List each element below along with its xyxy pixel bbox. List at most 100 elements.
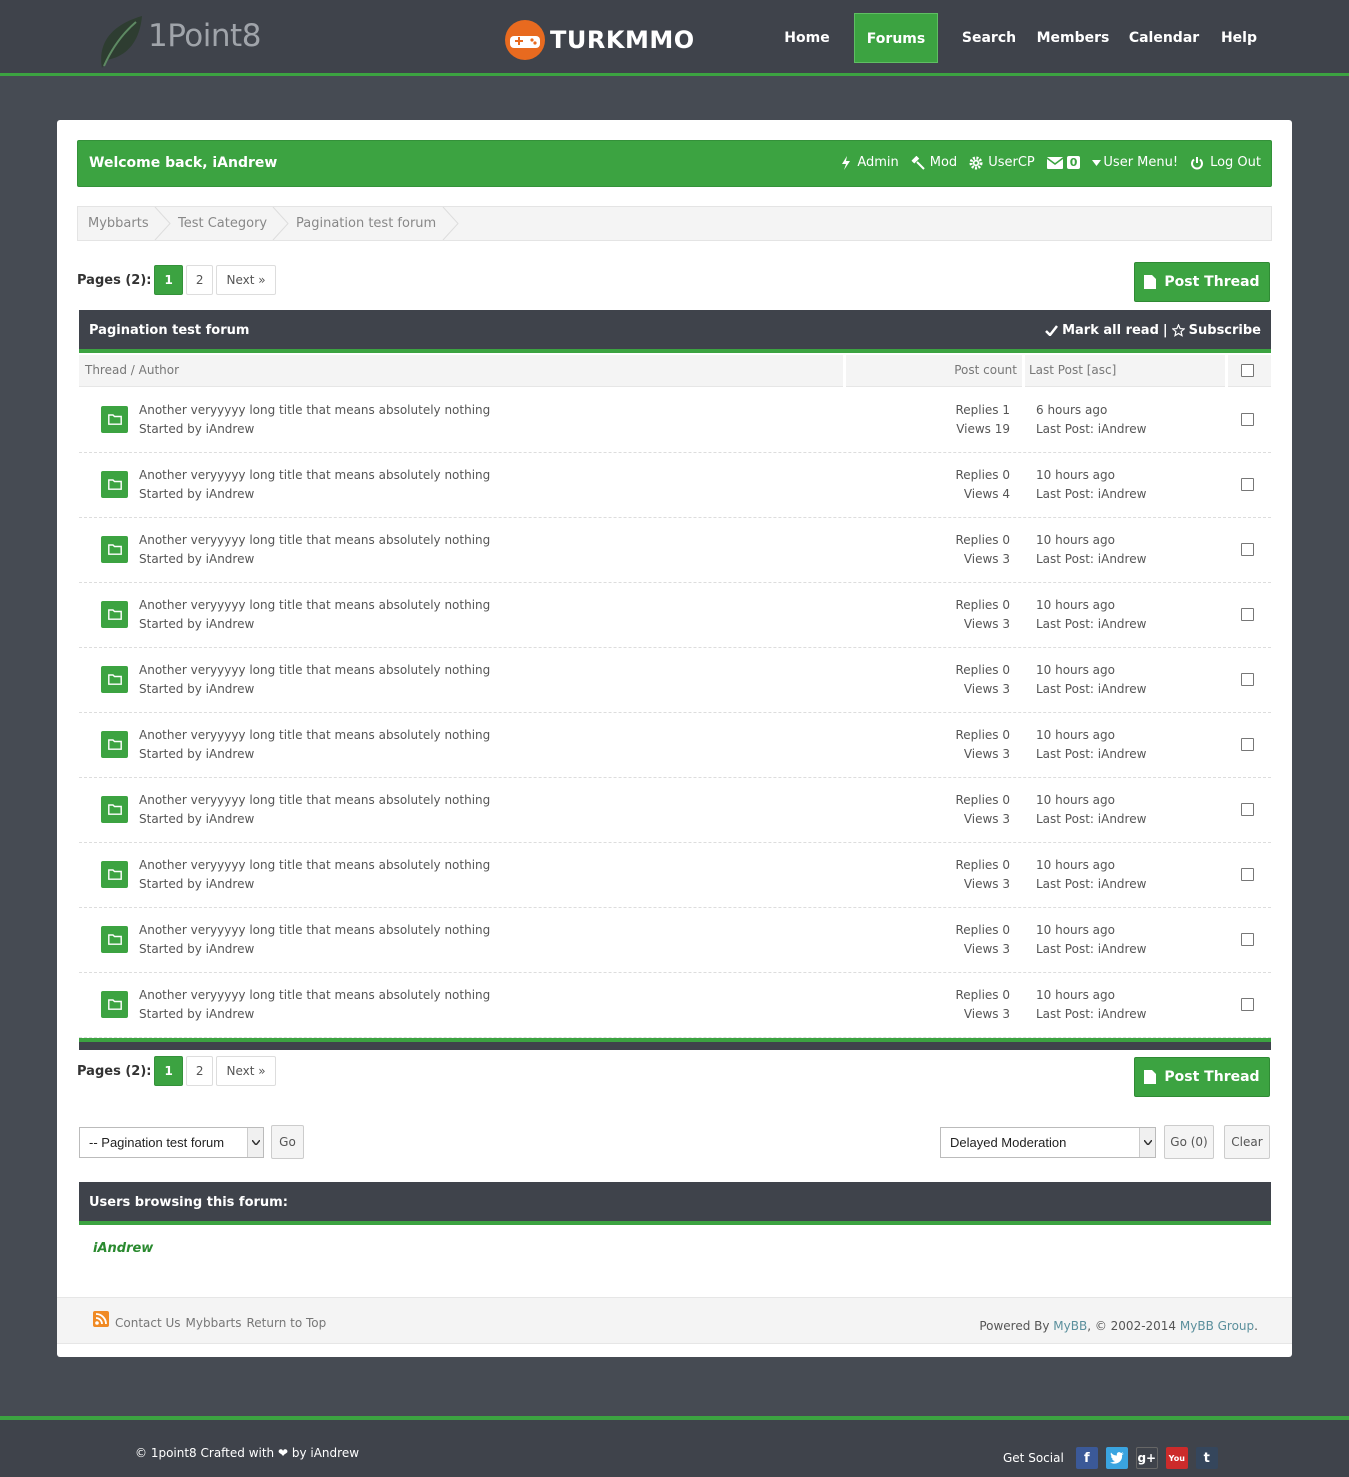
get-social-label: Get Social (1003, 1451, 1064, 1465)
rss-icon[interactable] (93, 1311, 109, 1327)
thread-title-link[interactable]: Another veryyyyy long title that means a… (139, 403, 490, 417)
thread-title-link[interactable]: Another veryyyyy long title that means a… (139, 598, 490, 612)
thread-row: Another veryyyyy long title that means a… (79, 583, 1271, 648)
copyright-text: © 1point8 Crafted with ❤ by iAndrew (135, 1446, 360, 1460)
logout-link[interactable]: Log Out (1190, 155, 1261, 170)
column-divider (1022, 355, 1025, 387)
social-links: Get Social f g+ You t (1003, 1447, 1218, 1469)
last-post-time[interactable]: 10 hours ago (1036, 468, 1115, 482)
thread-checkbox[interactable] (1241, 868, 1254, 881)
google-plus-icon[interactable]: g+ (1135, 1447, 1158, 1469)
thread-checkbox[interactable] (1241, 608, 1254, 621)
thread-title-link[interactable]: Another veryyyyy long title that means a… (139, 923, 490, 937)
powered-mid: , © 2002-2014 (1087, 1319, 1180, 1333)
thread-title-link[interactable]: Another veryyyyy long title that means a… (139, 468, 490, 482)
post-thread-button[interactable]: Post Thread (1134, 262, 1270, 302)
thread-title-link[interactable]: Another veryyyyy long title that means a… (139, 793, 490, 807)
user-menu-toggle[interactable]: User Menu! (1092, 155, 1178, 170)
thread-checkbox[interactable] (1241, 478, 1254, 491)
contact-us-link[interactable]: Contact Us (115, 1316, 181, 1330)
thread-replies: Replies 0 (955, 858, 1010, 872)
thread-title-link[interactable]: Another veryyyyy long title that means a… (139, 858, 490, 872)
subscribe-link[interactable]: Subscribe (1189, 323, 1261, 338)
tumblr-icon[interactable]: t (1195, 1447, 1218, 1469)
forum-jump-go-button[interactable]: Go (271, 1125, 304, 1159)
next-page-link[interactable]: Next » (216, 265, 276, 295)
nav-search[interactable]: Search (954, 13, 1024, 63)
thread-checkbox[interactable] (1241, 738, 1254, 751)
thread-title-link[interactable]: Another veryyyyy long title that means a… (139, 533, 490, 547)
mybb-link[interactable]: MyBB (1053, 1319, 1087, 1333)
users-browsing-header: Users browsing this forum: (79, 1182, 1271, 1225)
moderation-go-button[interactable]: Go (0) (1164, 1125, 1214, 1159)
last-post-time[interactable]: 10 hours ago (1036, 663, 1115, 677)
nav-calendar[interactable]: Calendar (1124, 13, 1204, 63)
thread-author: Started by iAndrew (139, 1007, 255, 1021)
site-footer: © 1point8 Crafted with ❤ by iAndrew Get … (0, 1416, 1349, 1477)
page-link-2[interactable]: 2 (185, 1056, 214, 1086)
return-to-top-link[interactable]: Return to Top (246, 1316, 326, 1330)
last-post-time[interactable]: 10 hours ago (1036, 858, 1115, 872)
thread-author: Started by iAndrew (139, 487, 255, 501)
thread-title-link[interactable]: Another veryyyyy long title that means a… (139, 988, 490, 1002)
moderation-select[interactable]: Delayed Moderation (940, 1127, 1156, 1158)
gear-icon (969, 156, 983, 169)
forum-jump-select[interactable]: -- Pagination test forum (79, 1127, 264, 1158)
thread-checkbox[interactable] (1241, 673, 1254, 686)
mod-link[interactable]: Mod (911, 155, 957, 170)
breadcrumb-category[interactable]: Test Category (178, 216, 267, 231)
thread-replies: Replies 0 (955, 728, 1010, 742)
last-post-time[interactable]: 10 hours ago (1036, 988, 1115, 1002)
thread-checkbox[interactable] (1241, 803, 1254, 816)
nav-help[interactable]: Help (1217, 13, 1261, 63)
thread-author: Started by iAndrew (139, 617, 255, 631)
last-post-time[interactable]: 10 hours ago (1036, 533, 1115, 547)
post-thread-button[interactable]: Post Thread (1134, 1057, 1270, 1097)
last-post-time[interactable]: 10 hours ago (1036, 598, 1115, 612)
forum-jump-value: -- Pagination test forum (89, 1135, 225, 1150)
breadcrumb-home[interactable]: Mybbarts (88, 216, 149, 231)
nav-members[interactable]: Members (1035, 13, 1111, 63)
pm-link[interactable]: 0 (1046, 156, 1081, 169)
mark-all-read-link[interactable]: Mark all read (1062, 323, 1159, 338)
brand-logo[interactable]: TURKMMO (504, 18, 704, 64)
forum-footer-bar (79, 1038, 1271, 1050)
next-page-link[interactable]: Next » (216, 1056, 276, 1086)
thread-views: Views 3 (963, 617, 1010, 631)
clear-button[interactable]: Clear (1224, 1125, 1270, 1159)
last-post-time[interactable]: 10 hours ago (1036, 923, 1115, 937)
mybb-group-link[interactable]: MyBB Group (1180, 1319, 1254, 1333)
thread-replies: Replies 0 (955, 663, 1010, 677)
col-thread-author[interactable]: Thread / Author (85, 363, 179, 377)
last-post-time[interactable]: 10 hours ago (1036, 728, 1115, 742)
select-all-checkbox[interactable] (1241, 364, 1254, 377)
folder-icon (101, 536, 128, 563)
page-current: 1 (154, 265, 183, 295)
thread-checkbox[interactable] (1241, 413, 1254, 426)
admin-link[interactable]: Admin (841, 155, 899, 170)
breadcrumb-forum[interactable]: Pagination test forum (296, 216, 436, 231)
facebook-icon[interactable]: f (1075, 1447, 1098, 1469)
powered-by: Powered By MyBB, © 2002-2014 MyBB Group. (979, 1319, 1258, 1333)
last-post-time[interactable]: 6 hours ago (1036, 403, 1107, 417)
site-logo[interactable]: 1Point8 (96, 12, 296, 70)
browsing-user-link[interactable]: iAndrew (93, 1241, 153, 1256)
thread-checkbox[interactable] (1241, 543, 1254, 556)
thread-row: Another veryyyyy long title that means a… (79, 518, 1271, 583)
thread-replies: Replies 1 (955, 403, 1010, 417)
nav-forums[interactable]: Forums (854, 13, 938, 63)
thread-title-link[interactable]: Another veryyyyy long title that means a… (139, 728, 490, 742)
thread-checkbox[interactable] (1241, 998, 1254, 1011)
col-post-count[interactable]: Post count (954, 363, 1017, 377)
usercp-link[interactable]: UserCP (969, 155, 1035, 170)
thread-checkbox[interactable] (1241, 933, 1254, 946)
thread-author: Started by iAndrew (139, 942, 255, 956)
mybbarts-link[interactable]: Mybbarts (186, 1316, 242, 1330)
nav-home[interactable]: Home (772, 13, 842, 63)
last-post-time[interactable]: 10 hours ago (1036, 793, 1115, 807)
page-link-2[interactable]: 2 (185, 265, 214, 295)
thread-title-link[interactable]: Another veryyyyy long title that means a… (139, 663, 490, 677)
youtube-icon[interactable]: You (1165, 1447, 1188, 1469)
col-last-post[interactable]: Last Post [asc] (1029, 363, 1116, 377)
twitter-icon[interactable] (1105, 1447, 1128, 1469)
